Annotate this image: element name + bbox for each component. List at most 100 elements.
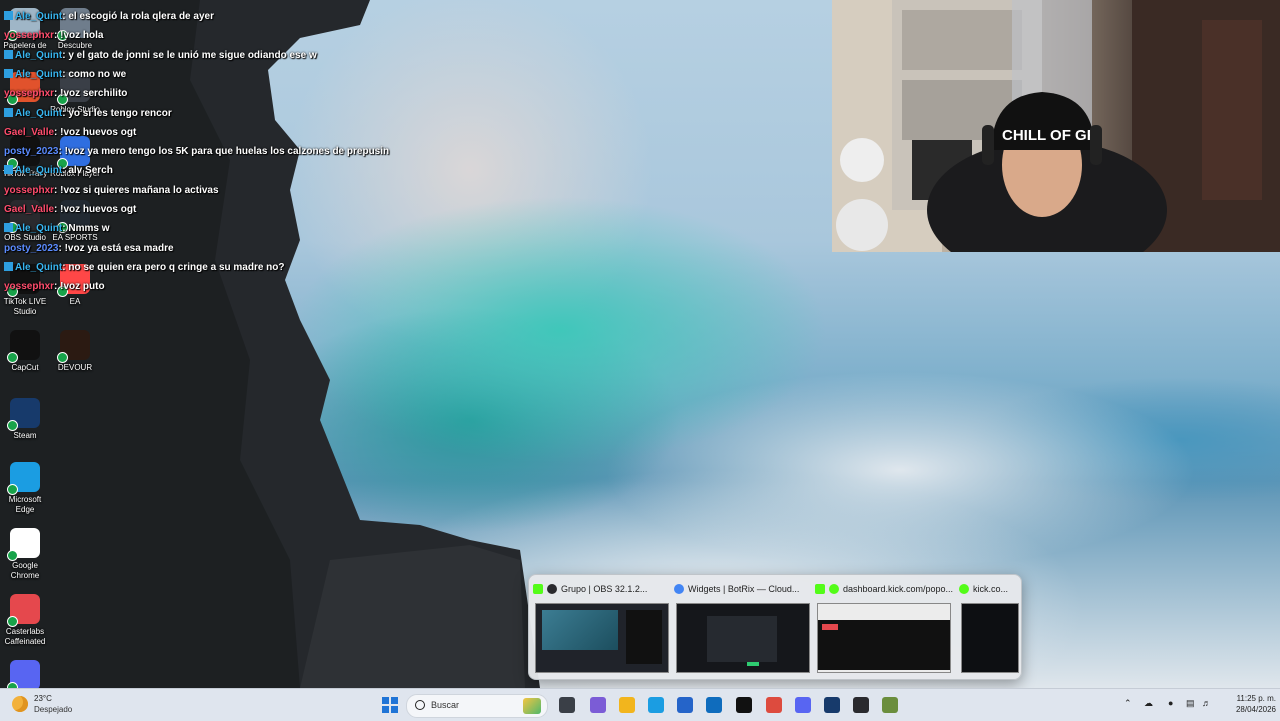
copilot-icon[interactable] (590, 697, 606, 713)
desktop-icon-label: EA (69, 297, 81, 306)
volume-icon[interactable]: ♬ (1202, 698, 1211, 708)
app-favicon-icon (674, 584, 684, 594)
chat-username: yossephxr (4, 88, 55, 100)
chat-text: : !voz hola (54, 30, 104, 42)
discord-icon[interactable] (795, 697, 811, 713)
window-preview-header: Widgets | BotRix — Cloud... (674, 581, 812, 597)
desktop-icon-edge[interactable]: Microsoft Edge (0, 462, 50, 515)
app-favicon-icon (959, 584, 969, 594)
chat-message: yossephxr: !voz si quieres mañana lo act… (4, 185, 219, 196)
weather-widget[interactable]: 23°C Despejado (10, 693, 100, 717)
chat-text: : no se quien era pero q cringe a su mad… (62, 261, 285, 273)
chat-username: Gael_Valle (4, 204, 55, 215)
chat-username: Ale_Quint (15, 68, 63, 80)
task-view-icon[interactable] (559, 697, 575, 713)
chat-message: yossephxr: !voz hola (4, 30, 103, 41)
chat-text: : el escogió la rola qlera de ayer (62, 11, 214, 22)
chat-text: : !voz ya mero tengo los 5K para que hue… (58, 146, 390, 158)
chat-username: Ale_Quint (15, 165, 63, 177)
outlook-icon[interactable] (706, 697, 722, 713)
clock-date: 28/04/2026 (1235, 705, 1276, 714)
desktop-icon-label: Google Chrome (10, 561, 40, 580)
minecraft-icon[interactable] (882, 697, 898, 713)
obs-icon[interactable] (853, 697, 869, 713)
desktop-icon-label: CapCut (11, 363, 39, 372)
desktop-icon-label: TikTok LIVE Studio (3, 297, 47, 316)
tiktok-icon[interactable] (736, 697, 752, 713)
chat-username: yossephxr (4, 30, 55, 42)
chat-username: Ale_Quint (15, 49, 63, 61)
chat-username: Ale_Quint (15, 11, 63, 22)
search-box[interactable]: Buscar (406, 694, 548, 718)
window-preview-header: dashboard.kick.com/popo... (815, 581, 953, 597)
chat-text: : y el gato de jonni se le unió me sigue… (62, 49, 317, 61)
desktop-icon-casterlabs[interactable]: Casterlabs Caffeinated (0, 594, 50, 647)
weather-desc: Despejado (34, 705, 73, 714)
window-preview-thumbnail (535, 603, 669, 673)
desktop-icon-chrome[interactable]: Google Chrome (0, 528, 50, 581)
chrome-icon (7, 528, 40, 561)
chat-message: Ale_Quint: el escogió la rola qlera de a… (4, 11, 214, 22)
onedrive-icon[interactable]: ☁ (1144, 698, 1153, 709)
chat-text: : alv Serch (62, 165, 113, 177)
desktop-icon-devour[interactable]: DEVOUR (50, 330, 100, 373)
cap-text: CHILL OF GR (1002, 127, 1098, 144)
file-explorer-icon[interactable] (619, 697, 635, 713)
edge-icon[interactable] (648, 697, 664, 713)
desktop-icon-label: Casterlabs Caffeinated (4, 627, 46, 646)
edge-icon (7, 462, 40, 495)
desktop-icon-label: DEVOUR (57, 363, 93, 372)
window-preview[interactable]: dashboard.kick.com/popo... (815, 581, 953, 675)
chat-message: yossephxr: !voz serchilito (4, 88, 127, 99)
window-preview-title: kick.co... (973, 584, 1009, 594)
window-preview[interactable]: Widgets | BotRix — Cloud... (674, 581, 812, 675)
steam-icon (7, 398, 40, 431)
chat-badge-icon (4, 223, 13, 233)
tray-chevron-icon[interactable]: ⌃ (1124, 698, 1132, 709)
chat-badge-icon (4, 11, 13, 20)
shortcut-check-icon (7, 550, 18, 561)
chat-username: Ale_Quint (15, 261, 63, 273)
discord-icon (7, 660, 40, 693)
chat-message: yossephxr: !voz puto (4, 281, 105, 292)
taskbar: 23°C Despejado Buscar ⌃ ☁ ● ▤ ♬ 11:25 p.… (0, 688, 1280, 721)
chat-username: Ale_Quint (15, 223, 63, 235)
steam-icon[interactable] (824, 697, 840, 713)
casterlabs-icon (7, 594, 40, 627)
chat-message: Ale_Quint: y el gato de jonni se le unió… (4, 49, 317, 61)
chrome-icon[interactable] (766, 697, 782, 713)
desktop-icon-label: Steam (13, 431, 37, 440)
chat-username: Gael_Valle (4, 126, 55, 138)
shortcut-check-icon (7, 420, 18, 431)
moon-icon (12, 696, 28, 712)
taskbar-thumbnail-previews: Grupo | OBS 32.1.2... Widgets | BotRix — … (528, 574, 1022, 680)
chat-username: yossephxr (4, 184, 55, 196)
desktop-icons: Papelera de Descubre Roblox Studio TikTok T… (0, 0, 110, 693)
chat-text: : !voz huevos ogt (54, 126, 137, 138)
start-icon[interactable] (382, 697, 398, 713)
window-preview-thumbnail (817, 603, 951, 673)
microphone-icon[interactable]: ● (1168, 698, 1173, 708)
chat-message: Ale_Quint: alv Serch (4, 165, 113, 176)
chat-message: Ale_Quint: Nmms w (4, 223, 109, 234)
clock[interactable]: 11:25 p. m. 28/04/2026 (1222, 693, 1276, 715)
desktop-icon-label: Microsoft Edge (8, 495, 42, 514)
webcam-overlay: CHILL OF GR (832, 0, 1280, 252)
desktop-icon-capcut[interactable]: CapCut (0, 330, 50, 373)
desktop-icon-steam[interactable]: Steam (0, 398, 50, 441)
window-preview[interactable]: Grupo | OBS 32.1.2... (533, 581, 671, 675)
shortcut-check-icon (57, 352, 68, 363)
app-favicon-icon (547, 584, 557, 594)
network-icon[interactable]: ▤ (1186, 698, 1195, 709)
search-placeholder: Buscar (431, 700, 460, 710)
chat-username: yossephxr (4, 281, 55, 293)
window-preview[interactable]: kick.co... (959, 581, 1021, 675)
kick-icon (533, 584, 543, 594)
shortcut-check-icon (7, 352, 18, 363)
capcut-icon (7, 330, 40, 363)
chat-message: Ale_Quint: como no we (4, 68, 126, 80)
window-preview-title: dashboard.kick.com/popo... (843, 584, 953, 594)
store-icon[interactable] (677, 697, 693, 713)
window-preview-title: Widgets | BotRix — Cloud... (688, 584, 800, 594)
chat-text: : !voz huevos ogt (54, 204, 137, 215)
